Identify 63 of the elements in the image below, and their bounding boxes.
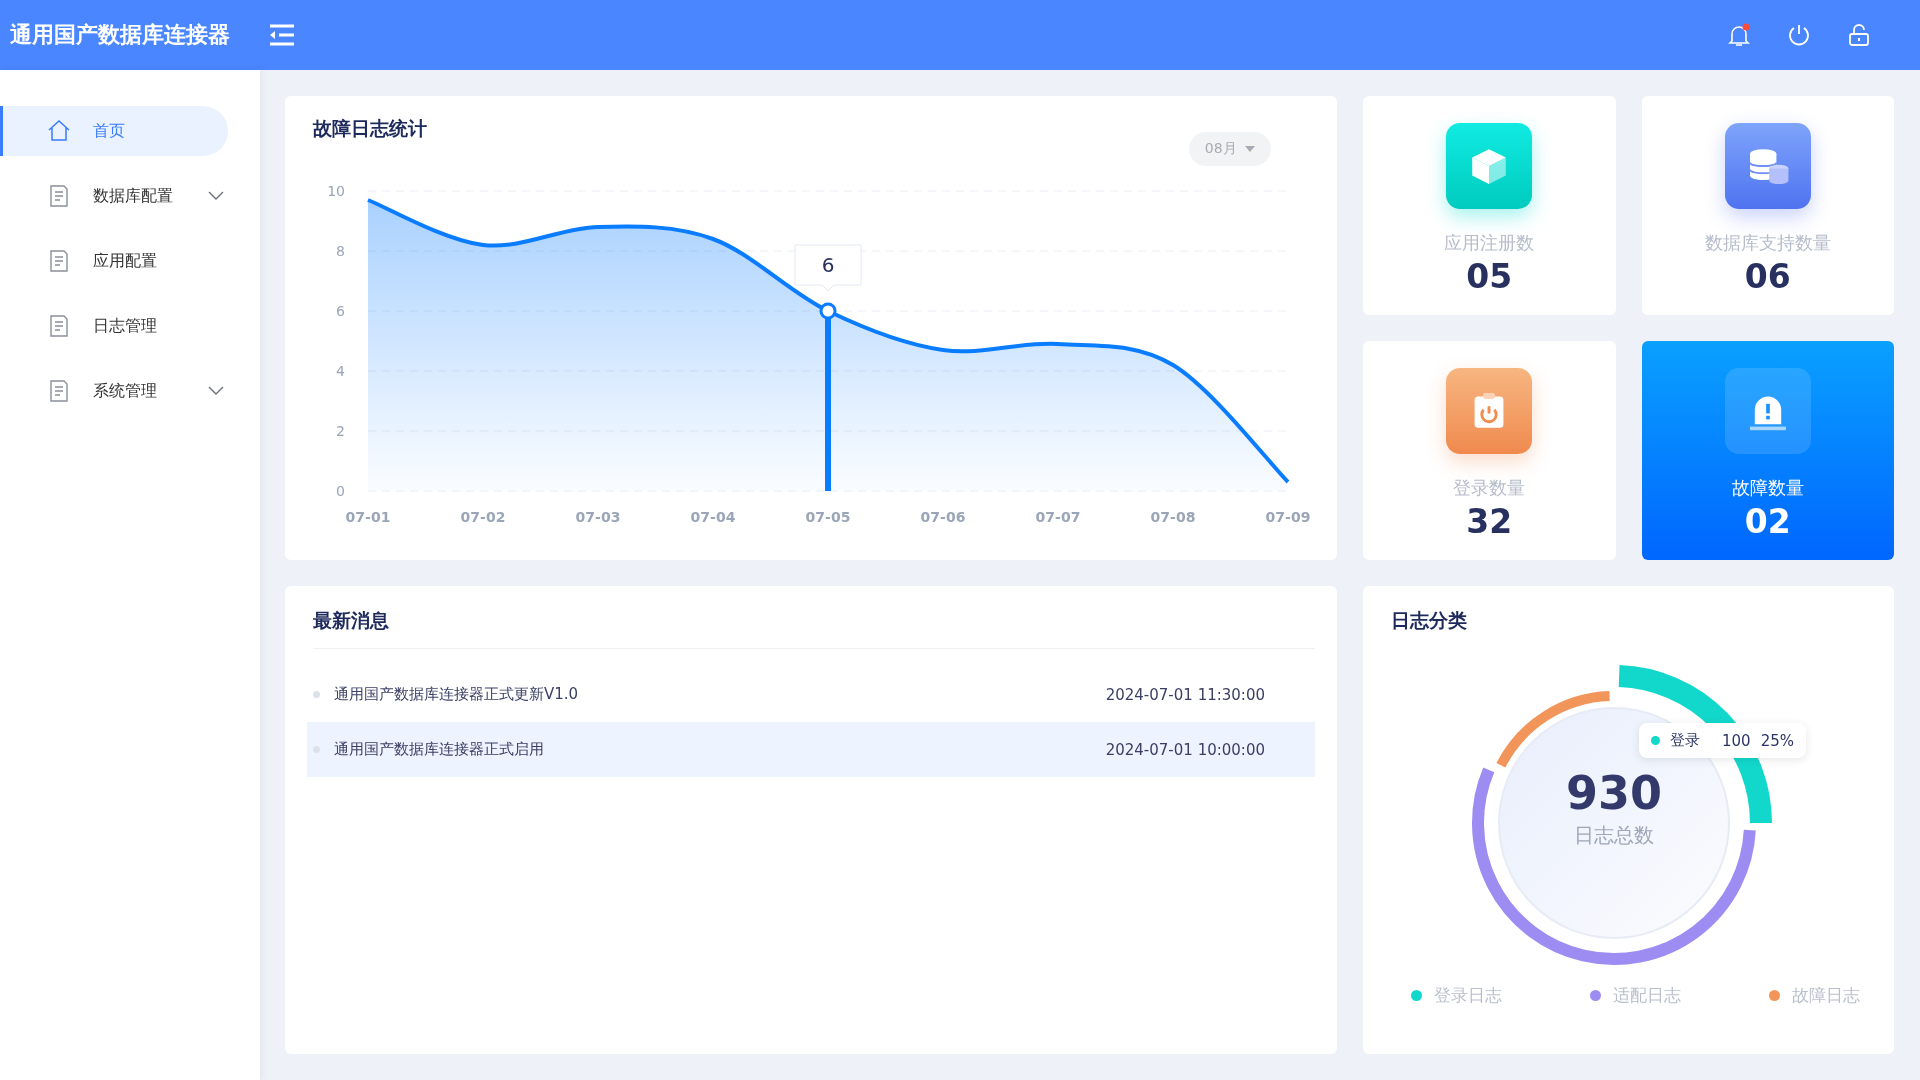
legend-label: 登录日志 xyxy=(1434,984,1502,1007)
home-icon xyxy=(47,119,71,143)
stat-value: 05 xyxy=(1466,257,1513,296)
app-title: 通用国产数据库连接器 xyxy=(10,21,230,49)
x-tick-label: 07-09 xyxy=(1265,509,1311,525)
y-tick-label: 4 xyxy=(336,363,345,379)
stat-label: 数据库支持数量 xyxy=(1704,231,1831,255)
document-icon xyxy=(47,314,71,338)
document-icon xyxy=(47,184,71,208)
message-time: 2024-07-01 11:30:00 xyxy=(1105,685,1265,704)
message-text: 通用国产数据库连接器正式更新V1.0 xyxy=(334,685,579,704)
database-icon xyxy=(1724,123,1811,209)
tooltip-percent: 25% xyxy=(1760,731,1794,750)
document-icon xyxy=(47,249,71,273)
x-tick-label: 07-01 xyxy=(345,509,391,525)
card-title: 最新消息 xyxy=(313,608,390,633)
message-text: 通用国产数据库连接器正式启用 xyxy=(334,740,544,759)
stat-label: 故障数量 xyxy=(1731,476,1804,500)
x-tick-label: 07-07 xyxy=(1035,509,1081,525)
card-title: 故障日志统计 xyxy=(313,116,427,141)
y-tick-label: 8 xyxy=(336,243,345,259)
message-row[interactable]: 通用国产数据库连接器正式更新V1.0 2024-07-01 11:30:00 xyxy=(307,667,1315,722)
cube-icon xyxy=(1446,123,1533,209)
message-time: 2024-07-01 10:00:00 xyxy=(1105,740,1265,759)
x-tick-label: 07-08 xyxy=(1150,509,1196,525)
x-tick-label: 07-03 xyxy=(575,509,621,525)
y-tick-label: 2 xyxy=(336,423,345,439)
sidebar-item[interactable]: 系统管理 xyxy=(0,366,228,416)
y-tick-label: 6 xyxy=(336,303,345,319)
y-tick-label: 0 xyxy=(336,483,345,499)
sidebar-item[interactable]: 应用配置 xyxy=(0,236,228,286)
message-row[interactable]: 通用国产数据库连接器正式启用 2024-07-01 10:00:00 xyxy=(307,722,1315,777)
tooltip-value: 100 xyxy=(1722,731,1751,750)
stat-label: 登录数量 xyxy=(1453,476,1526,500)
annotation: 6 xyxy=(821,253,835,277)
alarm-icon xyxy=(1724,368,1811,454)
x-tick-label: 07-04 xyxy=(690,509,736,525)
x-tick-label: 07-05 xyxy=(805,509,851,525)
sidebar-item[interactable]: 日志管理 xyxy=(0,301,228,351)
sidebar-item[interactable]: 数据库配置 xyxy=(0,171,228,221)
notification-icon[interactable] xyxy=(1726,22,1752,48)
x-tick-label: 07-02 xyxy=(460,509,506,525)
stat-value: 06 xyxy=(1744,257,1791,296)
legend-label: 适配日志 xyxy=(1613,984,1681,1007)
tooltip-label: 登录 xyxy=(1670,731,1700,750)
stat-value: 32 xyxy=(1466,502,1513,541)
y-tick-label: 10 xyxy=(327,183,345,199)
x-tick-label: 07-06 xyxy=(920,509,966,525)
card-title: 日志分类 xyxy=(1391,608,1468,633)
legend-label: 故障日志 xyxy=(1792,984,1860,1007)
total-count: 930 xyxy=(1566,766,1662,820)
tooltip: 6 xyxy=(794,244,862,292)
menu-icon[interactable] xyxy=(268,23,296,47)
stat-label: 应用注册数 xyxy=(1444,231,1535,255)
total-label: 日志总数 xyxy=(1574,822,1654,849)
power-icon[interactable] xyxy=(1786,22,1812,48)
bullet-icon xyxy=(313,691,320,698)
lock-icon[interactable] xyxy=(1846,22,1872,48)
stat-value: 02 xyxy=(1744,502,1791,541)
legend-dot xyxy=(1651,736,1660,745)
login-icon xyxy=(1446,368,1533,454)
caret-icon xyxy=(1245,146,1255,152)
document-icon xyxy=(47,379,71,403)
